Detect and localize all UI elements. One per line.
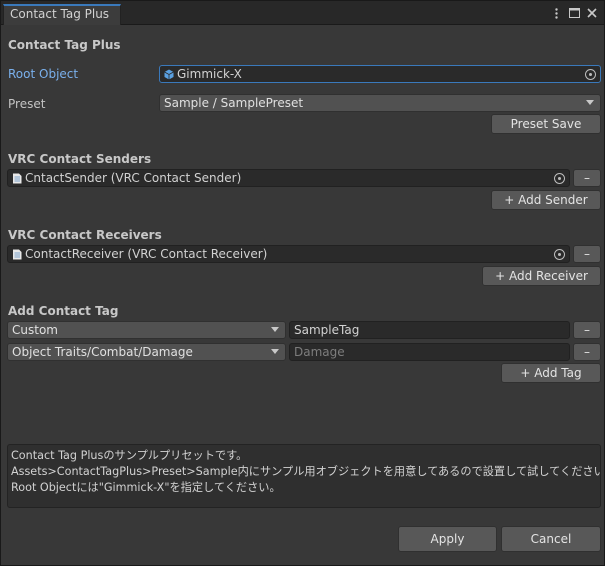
sender-object-value: CntactSender (VRC Contact Sender) — [25, 171, 242, 185]
script-icon — [13, 249, 22, 259]
tag-type-dropdown[interactable]: Object Traits/Combat/Damage — [7, 343, 286, 361]
preset-label: Preset — [8, 97, 46, 111]
help-box: Contact Tag Plusのサンプルプリセットです。 Assets>Con… — [7, 444, 601, 508]
object-picker-icon[interactable] — [585, 69, 596, 80]
tag-value-placeholder: Damage — [294, 345, 345, 359]
remove-receiver-button[interactable]: – — [573, 245, 601, 263]
help-line: Assets>ContactTagPlus>Preset>Sample内にサンプ… — [11, 465, 601, 478]
window-controls — [550, 5, 598, 21]
senders-heading: VRC Contact Senders — [8, 152, 152, 166]
help-line: Contact Tag Plusのサンプルプリセットです。 — [11, 449, 248, 462]
remove-sender-button[interactable]: – — [573, 169, 601, 187]
object-picker-icon[interactable] — [554, 249, 565, 260]
script-icon — [13, 173, 22, 183]
inspector-content: Contact Tag Plus Root Object Gimmick-X P… — [1, 26, 604, 565]
add-sender-button[interactable]: + Add Sender — [491, 190, 601, 210]
root-object-field[interactable]: Gimmick-X — [159, 65, 601, 83]
add-tag-heading: Add Contact Tag — [8, 304, 119, 318]
close-icon[interactable] — [586, 6, 598, 20]
root-object-label: Root Object — [8, 67, 79, 81]
chevron-down-icon — [271, 349, 279, 354]
tag-type-selected: Object Traits/Combat/Damage — [12, 345, 193, 359]
remove-tag-button[interactable]: – — [573, 343, 601, 361]
tab-bar: Contact Tag Plus — [1, 1, 604, 25]
page-title: Contact Tag Plus — [8, 38, 121, 52]
chevron-down-icon — [586, 100, 594, 105]
sender-object-field[interactable]: CntactSender (VRC Contact Sender) — [7, 169, 570, 187]
receivers-heading: VRC Contact Receivers — [8, 228, 162, 242]
kebab-menu-icon[interactable] — [550, 6, 562, 20]
tag-value-text: SampleTag — [294, 323, 360, 337]
cancel-button[interactable]: Cancel — [501, 526, 601, 552]
gameobject-icon — [164, 69, 174, 79]
receiver-object-field[interactable]: ContactReceiver (VRC Contact Receiver) — [7, 245, 570, 263]
chevron-down-icon — [271, 327, 279, 332]
root-object-value: Gimmick-X — [177, 67, 242, 81]
object-picker-icon[interactable] — [554, 173, 565, 184]
apply-button[interactable]: Apply — [398, 526, 497, 552]
tag-value-input[interactable]: Damage — [289, 343, 570, 361]
preset-selected: Sample / SamplePreset — [164, 96, 304, 110]
add-receiver-button[interactable]: + Add Receiver — [482, 266, 601, 286]
tab-contact-tag-plus[interactable]: Contact Tag Plus — [3, 4, 121, 25]
editor-window: Contact Tag Plus Contact Tag Plus Root O… — [0, 0, 605, 566]
maximize-icon[interactable] — [568, 6, 580, 20]
add-tag-button[interactable]: + Add Tag — [501, 363, 601, 383]
tag-type-dropdown[interactable]: Custom — [7, 321, 286, 339]
help-line: Root Objectには"Gimmick-X"を指定してください。 — [11, 481, 281, 494]
receiver-object-value: ContactReceiver (VRC Contact Receiver) — [25, 247, 268, 261]
remove-tag-button[interactable]: – — [573, 321, 601, 339]
preset-dropdown[interactable]: Sample / SamplePreset — [159, 94, 601, 112]
preset-save-button[interactable]: Preset Save — [491, 114, 601, 134]
tag-value-input[interactable]: SampleTag — [289, 321, 570, 339]
tag-type-selected: Custom — [12, 323, 58, 337]
